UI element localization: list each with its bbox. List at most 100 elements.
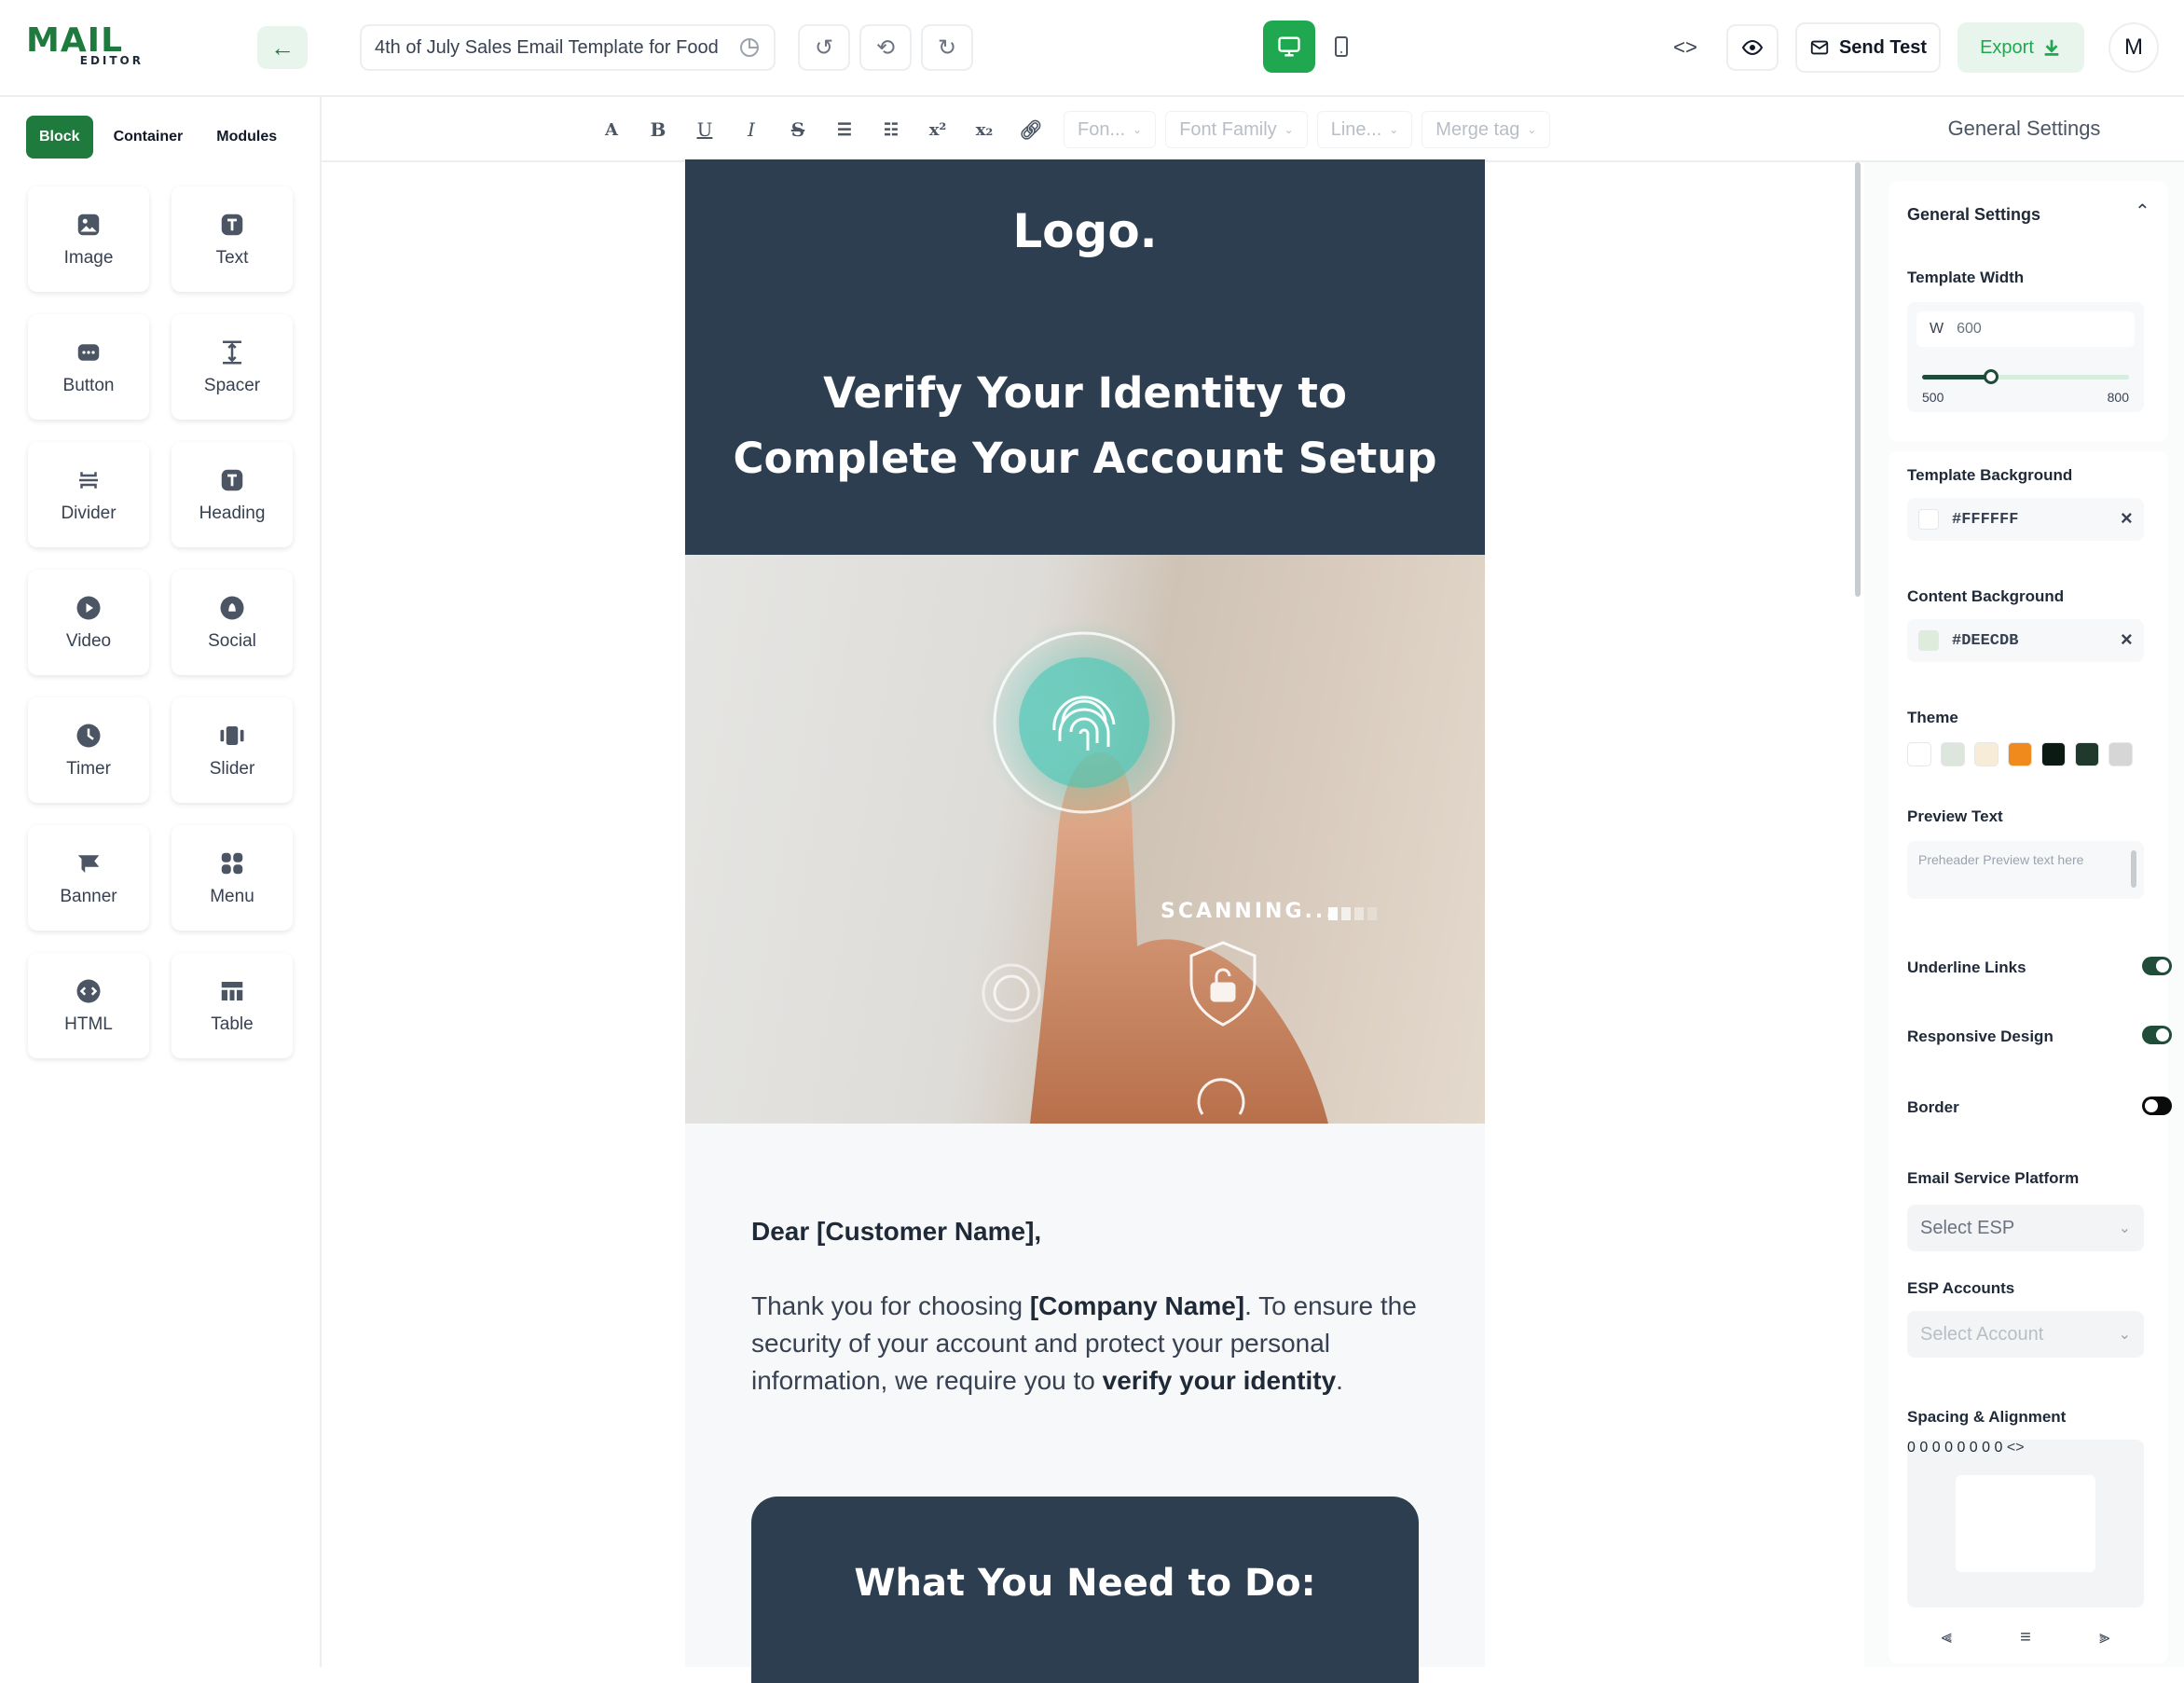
color-swatch[interactable] xyxy=(1918,509,1939,530)
history-button[interactable]: ⟲ xyxy=(859,24,912,71)
block-video[interactable]: Video xyxy=(28,570,149,675)
esp-select[interactable]: Select ESP ⌄ xyxy=(1907,1205,2144,1251)
link-spacing-icon[interactable]: <> xyxy=(2007,1440,2025,1455)
tab-modules[interactable]: Modules xyxy=(203,116,290,159)
chevron-down-icon: ⌄ xyxy=(1284,123,1294,136)
theme-color-swatch[interactable] xyxy=(2008,742,2032,766)
textarea-scrollbar[interactable] xyxy=(2131,850,2136,888)
chevron-down-icon: ⌄ xyxy=(1133,123,1143,136)
align-right-icon[interactable]: ⫸ xyxy=(2099,1627,2109,1649)
close-icon[interactable]: × xyxy=(2121,508,2133,531)
padding-bottom[interactable]: 0 xyxy=(1995,1440,2003,1455)
italic-button[interactable]: I xyxy=(728,109,775,150)
underline-button[interactable]: U xyxy=(681,109,728,150)
block-label: Table xyxy=(211,1014,254,1034)
content-background-field[interactable]: #DEECDB × xyxy=(1907,619,2144,662)
block-heading[interactable]: Heading xyxy=(172,442,293,547)
canvas-scrollbar[interactable] xyxy=(1855,162,1861,597)
bullet-list-button[interactable]: ☰ xyxy=(821,109,868,150)
subscript-button[interactable]: x₂ xyxy=(961,109,1008,150)
email-headline[interactable]: Verify Your Identity to Complete Your Ac… xyxy=(722,361,1448,491)
color-swatch[interactable] xyxy=(1918,630,1939,651)
numbered-list-icon: ☷ xyxy=(883,119,900,140)
width-slider-handle[interactable] xyxy=(1984,369,1999,384)
align-center-icon[interactable]: ≡ xyxy=(2020,1627,2031,1649)
block-button[interactable]: Button xyxy=(28,314,149,420)
block-spacer[interactable]: Spacer xyxy=(172,314,293,420)
send-test-button[interactable]: Send Test xyxy=(1795,22,1941,73)
theme-label: Theme xyxy=(1907,709,1958,726)
close-icon[interactable]: × xyxy=(2121,629,2133,653)
block-timer[interactable]: Timer xyxy=(28,697,149,803)
desktop-view-button[interactable] xyxy=(1263,21,1315,73)
block-image[interactable]: Image xyxy=(28,186,149,292)
preview-text-field[interactable]: Preheader Preview text here xyxy=(1907,841,2144,899)
align-left-icon[interactable]: ⫷ xyxy=(1942,1627,1952,1649)
undo-button[interactable]: ↺ xyxy=(798,24,850,71)
merge-tag-select[interactable]: Merge tag ⌄ xyxy=(1422,111,1551,148)
padding-right[interactable]: 0 xyxy=(1982,1440,1990,1455)
padding-top[interactable]: 0 xyxy=(1957,1440,1965,1455)
block-banner[interactable]: Banner xyxy=(28,825,149,931)
template-background-field[interactable]: #FFFFFF × xyxy=(1907,498,2144,541)
chevron-up-icon[interactable]: ⌃ xyxy=(2135,200,2150,223)
code-view-button[interactable]: <> xyxy=(1659,24,1711,71)
padding-left[interactable]: 0 xyxy=(1970,1440,1978,1455)
margin-top[interactable]: 0 xyxy=(1907,1440,1916,1455)
margin-bottom[interactable]: 0 xyxy=(1944,1440,1953,1455)
fingerprint-image[interactable]: SCANNING... xyxy=(685,555,1485,1124)
block-social[interactable]: Social xyxy=(172,570,293,675)
general-settings-title[interactable]: General Settings xyxy=(1907,205,2040,225)
numbered-list-button[interactable]: ☷ xyxy=(868,109,914,150)
superscript-button[interactable]: x² xyxy=(914,109,961,150)
scanning-text: SCANNING... xyxy=(1161,900,1337,923)
responsive-design-toggle[interactable] xyxy=(2142,1026,2172,1044)
width-slider-track[interactable] xyxy=(1922,369,2129,384)
instructions-card[interactable]: What You Need to Do: xyxy=(751,1497,1419,1683)
mobile-view-button[interactable] xyxy=(1315,21,1367,73)
font-size-select[interactable]: Fon... ⌄ xyxy=(1064,111,1157,148)
bold-button[interactable]: B xyxy=(635,109,681,150)
block-text[interactable]: Text xyxy=(172,186,293,292)
block-label: Video xyxy=(65,630,112,651)
underline-links-toggle[interactable] xyxy=(2142,957,2172,975)
theme-color-swatch[interactable] xyxy=(1974,742,1999,766)
blocks-panel: Block Container Modules Image Text Butto… xyxy=(0,97,322,1667)
block-table[interactable]: Table xyxy=(172,953,293,1058)
block-html[interactable]: HTML xyxy=(28,953,149,1058)
email-body-text[interactable]: Dear [Customer Name], Thank you for choo… xyxy=(751,1213,1441,1400)
export-button[interactable]: Export xyxy=(1957,22,2084,73)
email-header-block[interactable]: Logo. Verify Your Identity to Complete Y… xyxy=(685,159,1485,555)
redo-button[interactable]: ↻ xyxy=(921,24,973,71)
text-color-button[interactable]: A xyxy=(588,109,635,150)
block-menu[interactable]: Menu xyxy=(172,825,293,931)
back-button[interactable]: ← xyxy=(257,26,308,69)
theme-color-swatch[interactable] xyxy=(2075,742,2099,766)
strikethrough-button[interactable]: S xyxy=(775,109,821,150)
esp-accounts-select[interactable]: Select Account ⌄ xyxy=(1907,1311,2144,1358)
theme-color-swatch[interactable] xyxy=(2108,742,2133,766)
settings-panel-header: General Settings xyxy=(1864,97,2184,162)
link-button[interactable]: 🔗︎ xyxy=(1008,109,1054,150)
border-toggle[interactable] xyxy=(2142,1097,2172,1115)
template-title: 4th of July Sales Email Template for Foo… xyxy=(375,36,719,58)
margin-right[interactable]: 0 xyxy=(1932,1440,1941,1455)
line-height-select[interactable]: Line... ⌄ xyxy=(1316,111,1413,148)
template-title-input[interactable]: 4th of July Sales Email Template for Foo… xyxy=(360,24,776,71)
width-min: 500 xyxy=(1922,390,1944,405)
font-family-select[interactable]: Font Family ⌄ xyxy=(1165,111,1308,148)
tab-block[interactable]: Block xyxy=(26,116,93,159)
avatar[interactable]: M xyxy=(2108,22,2159,73)
email-logo[interactable]: Logo. xyxy=(685,204,1485,258)
margin-left[interactable]: 0 xyxy=(1919,1440,1928,1455)
chevron-down-icon: ⌄ xyxy=(1389,123,1399,136)
theme-color-swatch[interactable] xyxy=(1907,742,1931,766)
esp-label: Email Service Platform xyxy=(1907,1169,2080,1187)
theme-color-swatch[interactable] xyxy=(2041,742,2066,766)
block-divider[interactable]: Divider xyxy=(28,442,149,547)
block-slider[interactable]: Slider xyxy=(172,697,293,803)
tab-container[interactable]: Container xyxy=(101,116,197,159)
theme-color-swatch[interactable] xyxy=(1941,742,1965,766)
width-input[interactable]: W 600 xyxy=(1916,311,2135,347)
preview-button[interactable] xyxy=(1726,24,1779,71)
